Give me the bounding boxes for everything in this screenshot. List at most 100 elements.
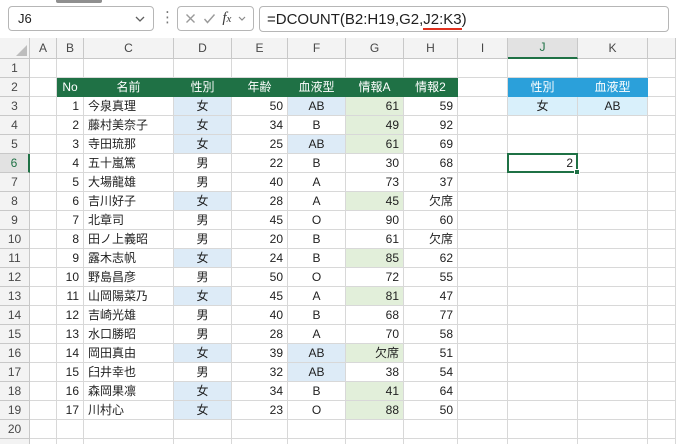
cell-A15[interactable] — [30, 325, 57, 344]
cell-J16[interactable] — [508, 344, 578, 363]
cell-G14[interactable]: 68 — [346, 306, 404, 325]
cell-C1[interactable] — [84, 59, 174, 78]
cell-E3[interactable]: 50 — [232, 97, 288, 116]
column-header-F[interactable]: F — [288, 38, 346, 59]
insert-function-icon[interactable]: fx — [222, 10, 231, 27]
cell-J1[interactable] — [508, 59, 578, 78]
cell-J2[interactable]: 性別 — [508, 78, 578, 97]
cell-I20[interactable] — [458, 420, 508, 439]
cell-A5[interactable] — [30, 135, 57, 154]
cell-D8[interactable]: 女 — [174, 192, 232, 211]
cell-I9[interactable] — [458, 211, 508, 230]
cell-D1[interactable] — [174, 59, 232, 78]
cell-B14[interactable]: 12 — [57, 306, 84, 325]
cell-K17[interactable] — [578, 363, 648, 382]
row-header-9[interactable]: 9 — [0, 211, 30, 230]
enter-icon[interactable] — [203, 13, 216, 24]
cell-C7[interactable]: 大場龍雄 — [84, 173, 174, 192]
cell-L15[interactable] — [648, 325, 676, 344]
name-box[interactable]: J6 — [8, 6, 154, 31]
cell-A3[interactable] — [30, 97, 57, 116]
cell-B3[interactable]: 1 — [57, 97, 84, 116]
cell-E21[interactable] — [232, 439, 288, 444]
cell-E14[interactable]: 40 — [232, 306, 288, 325]
cell-I7[interactable] — [458, 173, 508, 192]
cell-J6[interactable]: 2 — [508, 154, 578, 173]
cell-C12[interactable]: 野島昌彦 — [84, 268, 174, 287]
cell-I19[interactable] — [458, 401, 508, 420]
cell-D2[interactable]: 性別 — [174, 78, 232, 97]
cell-H10[interactable]: 欠席 — [404, 230, 458, 249]
cell-L21[interactable] — [648, 439, 676, 444]
cell-F11[interactable]: B — [288, 249, 346, 268]
cell-L4[interactable] — [648, 116, 676, 135]
cell-J11[interactable] — [508, 249, 578, 268]
cell-K20[interactable] — [578, 420, 648, 439]
cell-E16[interactable]: 39 — [232, 344, 288, 363]
cell-B15[interactable]: 13 — [57, 325, 84, 344]
cell-B11[interactable]: 9 — [57, 249, 84, 268]
cell-B8[interactable]: 6 — [57, 192, 84, 211]
cell-G17[interactable]: 38 — [346, 363, 404, 382]
cell-L11[interactable] — [648, 249, 676, 268]
row-header-7[interactable]: 7 — [0, 173, 30, 192]
cell-J9[interactable] — [508, 211, 578, 230]
cell-C8[interactable]: 吉川好子 — [84, 192, 174, 211]
cell-K3[interactable]: AB — [578, 97, 648, 116]
cell-J19[interactable] — [508, 401, 578, 420]
cell-C3[interactable]: 今泉真理 — [84, 97, 174, 116]
cell-C14[interactable]: 吉崎光雄 — [84, 306, 174, 325]
cell-I16[interactable] — [458, 344, 508, 363]
cell-I18[interactable] — [458, 382, 508, 401]
row-header-11[interactable]: 11 — [0, 249, 30, 268]
cell-F14[interactable]: B — [288, 306, 346, 325]
cell-I10[interactable] — [458, 230, 508, 249]
cell-H14[interactable]: 77 — [404, 306, 458, 325]
column-header-L[interactable] — [648, 38, 676, 59]
cell-D20[interactable] — [174, 420, 232, 439]
cell-H7[interactable]: 37 — [404, 173, 458, 192]
cell-G8[interactable]: 45 — [346, 192, 404, 211]
cell-A4[interactable] — [30, 116, 57, 135]
cell-G12[interactable]: 72 — [346, 268, 404, 287]
cell-F8[interactable]: A — [288, 192, 346, 211]
cell-H8[interactable]: 欠席 — [404, 192, 458, 211]
cell-H9[interactable]: 60 — [404, 211, 458, 230]
cell-G15[interactable]: 70 — [346, 325, 404, 344]
cell-B4[interactable]: 2 — [57, 116, 84, 135]
cell-I12[interactable] — [458, 268, 508, 287]
cell-I6[interactable] — [458, 154, 508, 173]
row-header-3[interactable]: 3 — [0, 97, 30, 116]
row-header-15[interactable]: 15 — [0, 325, 30, 344]
cell-A19[interactable] — [30, 401, 57, 420]
cell-B20[interactable] — [57, 420, 84, 439]
cell-G5[interactable]: 61 — [346, 135, 404, 154]
cell-E20[interactable] — [232, 420, 288, 439]
cell-H5[interactable]: 69 — [404, 135, 458, 154]
cell-D12[interactable]: 男 — [174, 268, 232, 287]
row-header-5[interactable]: 5 — [0, 135, 30, 154]
cell-D9[interactable]: 男 — [174, 211, 232, 230]
cell-L8[interactable] — [648, 192, 676, 211]
cell-G13[interactable]: 81 — [346, 287, 404, 306]
cell-J15[interactable] — [508, 325, 578, 344]
cell-K10[interactable] — [578, 230, 648, 249]
cell-L1[interactable] — [648, 59, 676, 78]
cell-L10[interactable] — [648, 230, 676, 249]
cell-A7[interactable] — [30, 173, 57, 192]
fill-handle[interactable] — [574, 169, 580, 175]
cell-A9[interactable] — [30, 211, 57, 230]
cell-A1[interactable] — [30, 59, 57, 78]
cell-J12[interactable] — [508, 268, 578, 287]
cell-J20[interactable] — [508, 420, 578, 439]
cell-B5[interactable]: 3 — [57, 135, 84, 154]
cell-E15[interactable]: 28 — [232, 325, 288, 344]
cell-I1[interactable] — [458, 59, 508, 78]
cell-C16[interactable]: 岡田真由 — [84, 344, 174, 363]
cell-K16[interactable] — [578, 344, 648, 363]
cell-I5[interactable] — [458, 135, 508, 154]
cell-J8[interactable] — [508, 192, 578, 211]
cell-G3[interactable]: 61 — [346, 97, 404, 116]
cell-G7[interactable]: 73 — [346, 173, 404, 192]
cell-F19[interactable]: O — [288, 401, 346, 420]
